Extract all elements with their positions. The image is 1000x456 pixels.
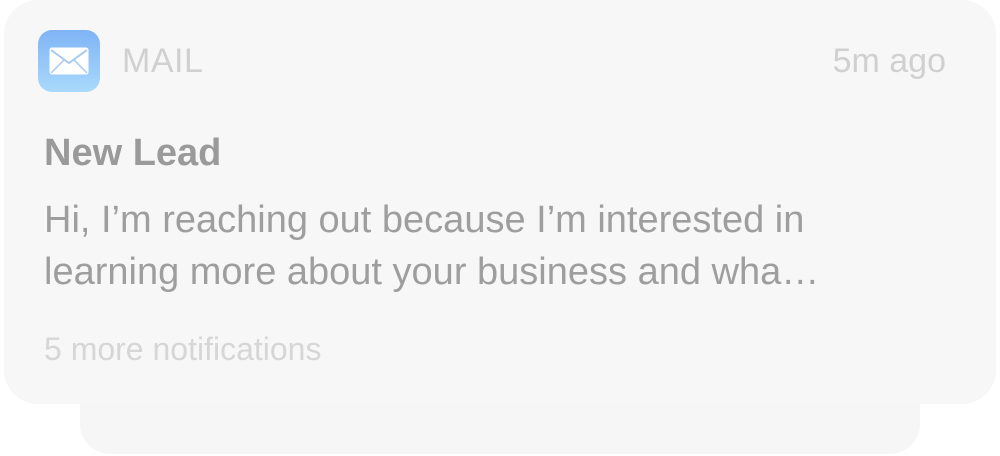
- notification-body-line: Hi, I’m reaching out because I’m interes…: [44, 199, 805, 241]
- notification-body-line: learning more about your business and wh…: [44, 251, 820, 293]
- more-notifications-link[interactable]: 5 more notifications: [44, 331, 321, 368]
- notification-body: Hi, I’m reaching out because I’m interes…: [44, 194, 964, 298]
- notification-time: 5m ago: [832, 42, 946, 80]
- notification-card[interactable]: MAIL 5m ago New Lead Hi, I’m reaching ou…: [4, 0, 996, 404]
- envelope-icon: [49, 47, 89, 75]
- app-name: MAIL: [122, 42, 204, 80]
- mail-app-icon: [38, 30, 100, 92]
- notification-title: New Lead: [44, 132, 222, 174]
